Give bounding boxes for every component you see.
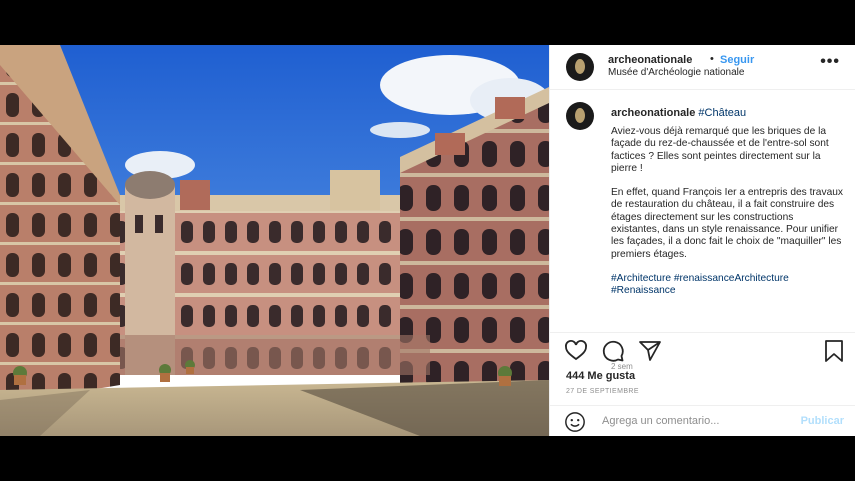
post-date[interactable]: 27 DE SEPTIEMBRE [566, 388, 639, 395]
caption-paragraph-1: Aviez-vous déjà remarqué que les briques… [611, 126, 829, 174]
speech-bubble-icon[interactable] [601, 339, 625, 363]
follow-button[interactable]: Seguir [720, 54, 754, 66]
paper-plane-icon[interactable] [638, 339, 662, 363]
bookmark-icon[interactable] [822, 339, 846, 363]
location-link[interactable]: Musée d'Archéologie nationale [608, 67, 744, 78]
caption-hashtags[interactable]: #Architecture #renaissanceArchitecture #… [611, 273, 843, 298]
comment-input[interactable] [600, 414, 784, 428]
instagram-post: archeonationale • Seguir Musée d'Archéol… [0, 45, 855, 436]
smiley-icon[interactable] [564, 411, 586, 433]
caption-avatar[interactable] [566, 102, 594, 130]
likes-count[interactable]: 444 Me gusta [566, 370, 635, 382]
heart-icon[interactable] [564, 339, 588, 363]
caption-paragraph-2: En effet, quand François Ier a entrepris… [611, 187, 843, 260]
caption-text: Aviez-vous déjà remarqué que les briques… [611, 126, 843, 310]
post-actions: 444 Me gusta 27 DE SEPTIEMBRE Publicar [550, 332, 855, 437]
post-header: archeonationale • Seguir Musée d'Archéol… [550, 45, 855, 90]
header-username[interactable]: archeonationale [608, 54, 692, 66]
comment-bar: Publicar [550, 405, 855, 438]
post-side-panel: archeonationale • Seguir Musée d'Archéol… [549, 45, 855, 436]
chateau-courtyard-image [0, 45, 549, 436]
caption-title-hashtag[interactable]: #Château [698, 107, 746, 119]
publish-button[interactable]: Publicar [801, 415, 844, 427]
caption-section: archeonationale #Château Aviez-vous déjà… [550, 90, 855, 371]
caption-header: archeonationale #Château [611, 107, 746, 119]
post-photo[interactable] [0, 45, 549, 436]
more-options-icon[interactable]: ••• [820, 53, 840, 71]
avatar[interactable] [566, 53, 594, 81]
caption-username[interactable]: archeonationale [611, 107, 695, 119]
separator-dot: • [710, 53, 714, 65]
